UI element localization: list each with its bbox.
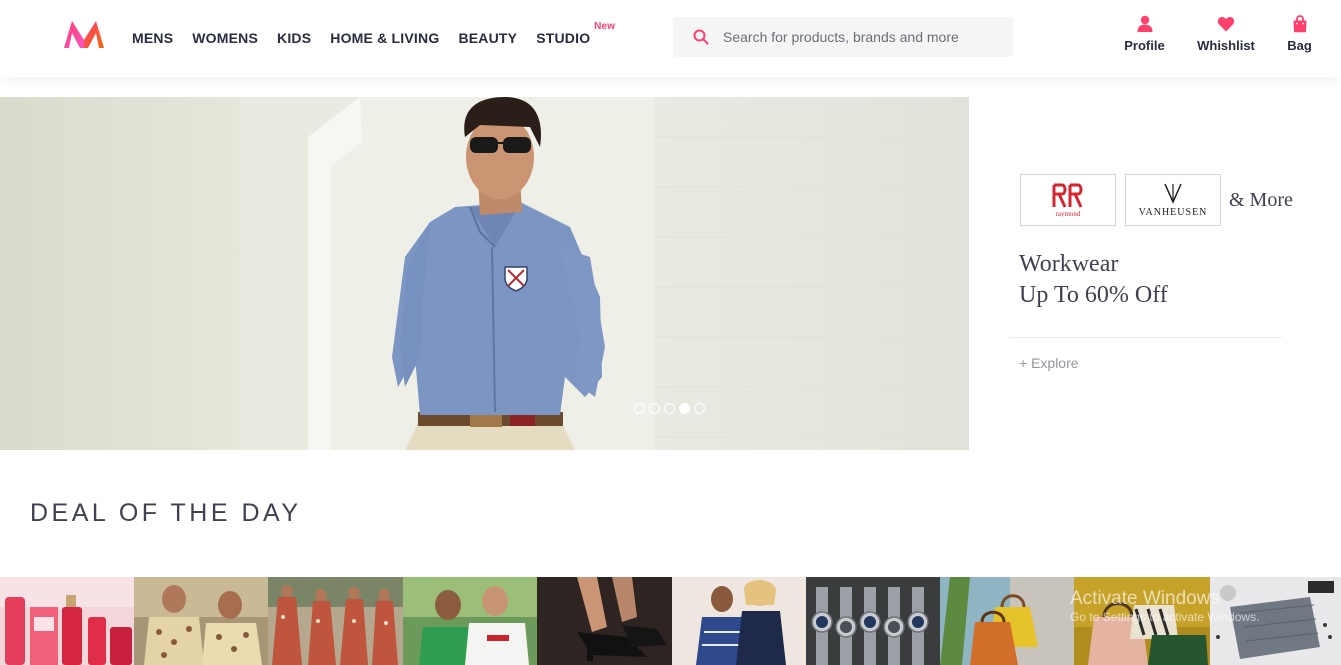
main-nav: MENS WOMENS KIDS HOME & LIVING BEAUTY ST… <box>132 0 615 77</box>
carousel-dot[interactable] <box>664 403 675 414</box>
nav-item-womens[interactable]: WOMENS <box>192 0 258 77</box>
carousel-dots <box>634 403 705 414</box>
deal-tile-image <box>0 577 134 665</box>
carousel-dot[interactable] <box>649 403 660 414</box>
deal-tile-image <box>1074 577 1210 665</box>
deal-tile-heels[interactable] <box>537 577 672 665</box>
myntra-logo-icon[interactable] <box>62 18 106 50</box>
deal-tile-tshirts[interactable] <box>403 577 537 665</box>
promo-headline-line2: Up To 60% Off <box>1019 282 1168 308</box>
nav-item-beauty[interactable]: BEAUTY <box>458 0 517 77</box>
deal-tile-men-shirts[interactable] <box>134 577 268 665</box>
new-badge: New <box>594 21 616 32</box>
deal-tile-image <box>940 577 1074 665</box>
deal-tile-handbags[interactable] <box>940 577 1074 665</box>
carousel-dot[interactable] <box>694 403 705 414</box>
section-title: DEAL OF THE DAY <box>30 499 302 527</box>
bag-button[interactable]: Bag <box>1271 15 1328 65</box>
wishlist-button[interactable]: Whishlist <box>1181 15 1271 65</box>
profile-button[interactable]: Profile <box>1108 15 1181 65</box>
deal-of-the-day-row <box>0 577 1341 665</box>
promo-panel[interactable]: raymond VANHEUSEN & More Workwear Up To … <box>1009 97 1341 450</box>
deal-tile-image <box>1210 577 1341 665</box>
search-input[interactable] <box>723 29 1003 45</box>
search-bar[interactable] <box>673 17 1013 57</box>
deal-tile-image <box>672 577 806 665</box>
profile-icon <box>1137 15 1152 32</box>
explore-link[interactable]: + Explore <box>1019 355 1079 371</box>
deal-tile-image <box>537 577 672 665</box>
van-heusen-logo-icon: VANHEUSEN <box>1139 183 1208 218</box>
deal-tile-watches[interactable] <box>806 577 940 665</box>
nav-item-studio[interactable]: STUDIO New <box>536 0 615 77</box>
deal-tile-ethnic-wear[interactable] <box>268 577 403 665</box>
promo-headline: Workwear Up To 60% Off <box>1019 249 1168 311</box>
raymond-logo-text: raymond <box>1056 210 1081 217</box>
wishlist-label: Whishlist <box>1197 38 1255 53</box>
carousel-dot-active[interactable] <box>679 403 690 414</box>
deal-tile-image <box>403 577 537 665</box>
van-heusen-logo[interactable]: VANHEUSEN <box>1125 174 1221 226</box>
deal-tile-accessories[interactable] <box>1210 577 1341 665</box>
nav-item-home-living[interactable]: HOME & LIVING <box>330 0 439 77</box>
promo-divider <box>1009 337 1282 338</box>
van-heusen-logo-text: VANHEUSEN <box>1139 207 1208 218</box>
deal-tile-dresses[interactable] <box>672 577 806 665</box>
deal-tile-image <box>806 577 940 665</box>
bag-label: Bag <box>1287 38 1312 53</box>
nav-item-kids[interactable]: KIDS <box>277 0 311 77</box>
hero-banner[interactable] <box>0 97 969 450</box>
deal-tile-fragrance[interactable] <box>0 577 134 665</box>
and-more-text: & More <box>1229 189 1293 211</box>
search-icon[interactable] <box>693 29 709 45</box>
profile-label: Profile <box>1124 38 1165 53</box>
promo-headline-line1: Workwear <box>1019 251 1119 277</box>
header-actions: Profile Whishlist Bag <box>1108 15 1341 65</box>
carousel-dot[interactable] <box>634 403 645 414</box>
deal-tile-image <box>134 577 268 665</box>
deal-tile-image <box>268 577 403 665</box>
hero-model-image <box>0 97 969 450</box>
raymond-logo[interactable]: raymond <box>1020 174 1116 226</box>
deal-tile-bags[interactable] <box>1074 577 1210 665</box>
top-header: MENS WOMENS KIDS HOME & LIVING BEAUTY ST… <box>0 0 1341 77</box>
raymond-logo-icon: raymond <box>1052 183 1083 217</box>
bag-icon <box>1293 15 1306 33</box>
heart-icon <box>1217 17 1235 32</box>
nav-item-mens[interactable]: MENS <box>132 0 173 77</box>
